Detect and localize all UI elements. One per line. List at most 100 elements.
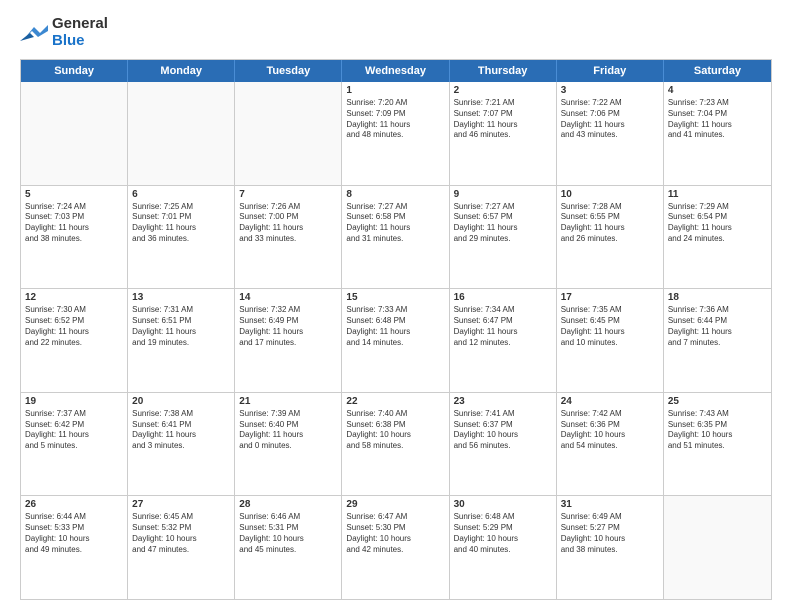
day-number: 9 (454, 189, 552, 200)
day-number: 29 (346, 499, 444, 510)
day-info: Sunrise: 7:30 AMSunset: 6:52 PMDaylight:… (25, 305, 123, 348)
calendar-row-4: 19 Sunrise: 7:37 AMSunset: 6:42 PMDayligh… (21, 392, 771, 496)
day-cell-23: 23 Sunrise: 7:41 AMSunset: 6:37 PMDayligh… (450, 393, 557, 496)
day-info: Sunrise: 7:37 AMSunset: 6:42 PMDaylight:… (25, 409, 123, 452)
header-day-sunday: Sunday (21, 60, 128, 82)
day-info: Sunrise: 7:42 AMSunset: 6:36 PMDaylight:… (561, 409, 659, 452)
day-cell-26: 26 Sunrise: 6:44 AMSunset: 5:33 PMDayligh… (21, 496, 128, 599)
calendar-body: 1 Sunrise: 7:20 AMSunset: 7:09 PMDaylight… (21, 82, 771, 599)
day-cell-17: 17 Sunrise: 7:35 AMSunset: 6:45 PMDayligh… (557, 289, 664, 392)
day-info: Sunrise: 7:39 AMSunset: 6:40 PMDaylight:… (239, 409, 337, 452)
day-cell-8: 8Sunrise: 7:27 AMSunset: 6:58 PMDaylight… (342, 186, 449, 289)
day-number: 10 (561, 189, 659, 200)
day-number: 8 (346, 189, 444, 200)
day-number: 11 (668, 189, 767, 200)
day-info: Sunrise: 6:47 AMSunset: 5:30 PMDaylight:… (346, 512, 444, 555)
day-info: Sunrise: 7:33 AMSunset: 6:48 PMDaylight:… (346, 305, 444, 348)
day-info: Sunrise: 7:24 AMSunset: 7:03 PMDaylight:… (25, 202, 123, 245)
day-info: Sunrise: 6:44 AMSunset: 5:33 PMDaylight:… (25, 512, 123, 555)
day-cell-13: 13 Sunrise: 7:31 AMSunset: 6:51 PMDayligh… (128, 289, 235, 392)
day-cell-19: 19 Sunrise: 7:37 AMSunset: 6:42 PMDayligh… (21, 393, 128, 496)
calendar-row-1: 1 Sunrise: 7:20 AMSunset: 7:09 PMDaylight… (21, 82, 771, 185)
day-cell-21: 21Sunrise: 7:39 AMSunset: 6:40 PMDayligh… (235, 393, 342, 496)
logo-icon (20, 21, 48, 45)
day-info: Sunrise: 6:45 AMSunset: 5:32 PMDaylight:… (132, 512, 230, 555)
day-cell-10: 10Sunrise: 7:28 AMSunset: 6:55 PMDayligh… (557, 186, 664, 289)
day-cell-5: 5 Sunrise: 7:24 AMSunset: 7:03 PMDaylight… (21, 186, 128, 289)
day-info: Sunrise: 7:43 AMSunset: 6:35 PMDaylight:… (668, 409, 767, 452)
day-number: 5 (25, 189, 123, 200)
day-number: 14 (239, 292, 337, 303)
day-number: 24 (561, 396, 659, 407)
day-info: Sunrise: 6:49 AMSunset: 5:27 PMDaylight:… (561, 512, 659, 555)
logo-text: General Blue (52, 16, 108, 49)
day-number: 4 (668, 85, 767, 96)
header-day-monday: Monday (128, 60, 235, 82)
day-cell-12: 12Sunrise: 7:30 AMSunset: 6:52 PMDayligh… (21, 289, 128, 392)
day-cell-11: 11Sunrise: 7:29 AMSunset: 6:54 PMDayligh… (664, 186, 771, 289)
day-cell-16: 16Sunrise: 7:34 AMSunset: 6:47 PMDayligh… (450, 289, 557, 392)
day-number: 2 (454, 85, 552, 96)
day-cell-empty-4-6 (664, 496, 771, 599)
day-info: Sunrise: 7:38 AMSunset: 6:41 PMDaylight:… (132, 409, 230, 452)
day-cell-empty-0-1 (128, 82, 235, 185)
day-number: 19 (25, 396, 123, 407)
day-info: Sunrise: 7:20 AMSunset: 7:09 PMDaylight:… (346, 98, 444, 141)
day-number: 30 (454, 499, 552, 510)
day-info: Sunrise: 7:23 AMSunset: 7:04 PMDaylight:… (668, 98, 767, 141)
day-info: Sunrise: 7:34 AMSunset: 6:47 PMDaylight:… (454, 305, 552, 348)
day-cell-3: 3Sunrise: 7:22 AMSunset: 7:06 PMDaylight… (557, 82, 664, 185)
calendar: SundayMondayTuesdayWednesdayThursdayFrid… (20, 59, 772, 600)
day-info: Sunrise: 7:21 AMSunset: 7:07 PMDaylight:… (454, 98, 552, 141)
day-cell-22: 22 Sunrise: 7:40 AMSunset: 6:38 PMDayligh… (342, 393, 449, 496)
day-info: Sunrise: 7:22 AMSunset: 7:06 PMDaylight:… (561, 98, 659, 141)
header: General Blue (20, 16, 772, 49)
day-number: 25 (668, 396, 767, 407)
day-number: 20 (132, 396, 230, 407)
header-day-thursday: Thursday (450, 60, 557, 82)
day-cell-25: 25 Sunrise: 7:43 AMSunset: 6:35 PMDayligh… (664, 393, 771, 496)
day-cell-18: 18 Sunrise: 7:36 AMSunset: 6:44 PMDayligh… (664, 289, 771, 392)
day-cell-empty-0-0 (21, 82, 128, 185)
calendar-row-2: 5 Sunrise: 7:24 AMSunset: 7:03 PMDaylight… (21, 185, 771, 289)
day-cell-4: 4 Sunrise: 7:23 AMSunset: 7:04 PMDaylight… (664, 82, 771, 185)
day-info: Sunrise: 7:35 AMSunset: 6:45 PMDaylight:… (561, 305, 659, 348)
day-cell-31: 31 Sunrise: 6:49 AMSunset: 5:27 PMDayligh… (557, 496, 664, 599)
day-cell-7: 7Sunrise: 7:26 AMSunset: 7:00 PMDaylight… (235, 186, 342, 289)
day-cell-empty-0-2 (235, 82, 342, 185)
day-info: Sunrise: 7:32 AMSunset: 6:49 PMDaylight:… (239, 305, 337, 348)
day-cell-20: 20 Sunrise: 7:38 AMSunset: 6:41 PMDayligh… (128, 393, 235, 496)
day-cell-6: 6 Sunrise: 7:25 AMSunset: 7:01 PMDaylight… (128, 186, 235, 289)
day-cell-29: 29 Sunrise: 6:47 AMSunset: 5:30 PMDayligh… (342, 496, 449, 599)
day-info: Sunrise: 7:40 AMSunset: 6:38 PMDaylight:… (346, 409, 444, 452)
day-number: 18 (668, 292, 767, 303)
day-number: 23 (454, 396, 552, 407)
day-info: Sunrise: 7:26 AMSunset: 7:00 PMDaylight:… (239, 202, 337, 245)
header-day-friday: Friday (557, 60, 664, 82)
day-number: 13 (132, 292, 230, 303)
day-cell-14: 14 Sunrise: 7:32 AMSunset: 6:49 PMDayligh… (235, 289, 342, 392)
header-day-tuesday: Tuesday (235, 60, 342, 82)
day-number: 31 (561, 499, 659, 510)
page: General Blue SundayMondayTuesdayWednesda… (0, 0, 792, 612)
calendar-row-5: 26 Sunrise: 6:44 AMSunset: 5:33 PMDayligh… (21, 495, 771, 599)
day-info: Sunrise: 7:25 AMSunset: 7:01 PMDaylight:… (132, 202, 230, 245)
day-number: 22 (346, 396, 444, 407)
day-info: Sunrise: 7:41 AMSunset: 6:37 PMDaylight:… (454, 409, 552, 452)
day-cell-1: 1 Sunrise: 7:20 AMSunset: 7:09 PMDaylight… (342, 82, 449, 185)
day-info: Sunrise: 7:31 AMSunset: 6:51 PMDaylight:… (132, 305, 230, 348)
calendar-header: SundayMondayTuesdayWednesdayThursdayFrid… (21, 60, 771, 82)
day-info: Sunrise: 7:27 AMSunset: 6:57 PMDaylight:… (454, 202, 552, 245)
day-number: 6 (132, 189, 230, 200)
day-number: 17 (561, 292, 659, 303)
day-cell-24: 24 Sunrise: 7:42 AMSunset: 6:36 PMDayligh… (557, 393, 664, 496)
day-info: Sunrise: 7:36 AMSunset: 6:44 PMDaylight:… (668, 305, 767, 348)
day-cell-9: 9 Sunrise: 7:27 AMSunset: 6:57 PMDaylight… (450, 186, 557, 289)
day-number: 26 (25, 499, 123, 510)
header-day-saturday: Saturday (664, 60, 771, 82)
day-number: 28 (239, 499, 337, 510)
day-info: Sunrise: 6:48 AMSunset: 5:29 PMDaylight:… (454, 512, 552, 555)
day-number: 1 (346, 85, 444, 96)
day-cell-28: 28Sunrise: 6:46 AMSunset: 5:31 PMDayligh… (235, 496, 342, 599)
day-number: 15 (346, 292, 444, 303)
